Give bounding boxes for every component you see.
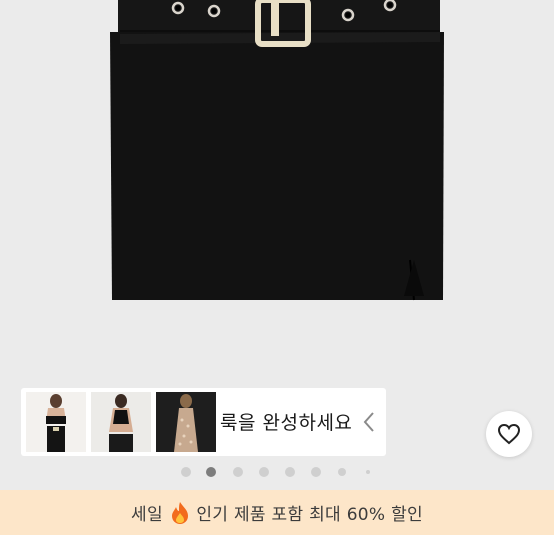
wishlist-button[interactable]	[486, 411, 532, 457]
carousel-dot[interactable]	[285, 467, 295, 477]
carousel-dot-active[interactable]	[206, 467, 216, 477]
carousel-dot[interactable]	[259, 467, 269, 477]
sale-text: 인기 제품 포함 최대 60% 할인	[196, 505, 423, 525]
carousel-dot[interactable]	[338, 468, 346, 476]
carousel-dot[interactable]	[366, 470, 370, 474]
bottom-strip	[0, 535, 554, 554]
fire-icon	[171, 501, 188, 524]
complete-the-look-panel[interactable]: 룩을 완성하세요	[21, 388, 386, 456]
carousel-dot[interactable]	[181, 467, 191, 477]
carousel-dot[interactable]	[233, 467, 243, 477]
model-black-halter-top-photo	[91, 392, 151, 452]
look-thumbnail-2[interactable]	[91, 392, 151, 452]
carousel-dot[interactable]	[311, 467, 321, 477]
heart-icon	[497, 423, 521, 445]
model-sequin-dress-photo	[156, 392, 216, 452]
chevron-left-icon[interactable]	[362, 410, 376, 434]
look-thumbnail-3[interactable]	[156, 392, 216, 452]
complete-the-look-label: 룩을 완성하세요	[220, 412, 353, 434]
carousel-pagination	[0, 466, 554, 478]
sale-banner[interactable]: 세일 인기 제품 포함 최대 60% 할인	[0, 490, 554, 535]
look-thumbnail-1[interactable]	[26, 392, 86, 452]
model-black-crop-top-photo	[26, 392, 86, 452]
sale-label: 세일	[131, 505, 163, 525]
